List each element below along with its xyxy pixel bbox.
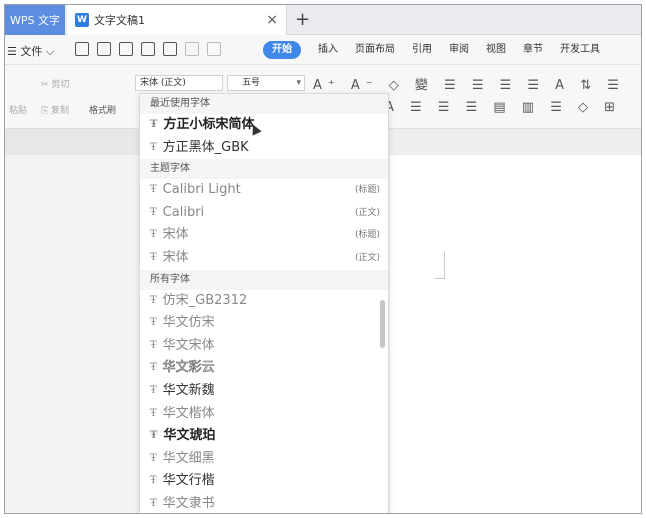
theme-fonts-header: 主题字体 [140,159,388,180]
font-option[interactable]: Ŧ 宋体 (标题) [140,224,388,247]
truetype-font-icon: Ŧ [150,119,158,130]
ruler [387,129,641,155]
page-margin-marker [435,251,445,279]
truetype-font-icon: Ŧ [150,317,157,329]
truetype-font-icon: Ŧ [150,141,157,153]
truetype-font-icon: Ŧ [150,229,157,241]
font-option-name: 华文隶书 [162,495,215,511]
app-window: WPS 文字 W 文字文稿1 × + ☰ 文件 ⌵ 开始 插入 页面布局 引用 … [4,4,642,514]
font-option[interactable]: Ŧ 仿宋_GB2312 [140,290,388,313]
print-icon[interactable] [141,42,155,56]
tab-page-layout[interactable]: 页面布局 [355,41,395,59]
all-fonts-list: Ŧ 仿宋_GB2312 Ŧ 华文仿宋 Ŧ 华文宋体 Ŧ 华文彩云 Ŧ 华文新魏 Ŧ 华文楷体 Ŧ 华文琥珀… [140,290,388,513]
truetype-font-icon: Ŧ [150,339,157,351]
truetype-font-icon: Ŧ [150,497,157,509]
tab-bar: WPS 文字 W 文字文稿1 × + [5,5,641,35]
truetype-font-icon: Ŧ [150,384,157,396]
export-pdf-icon[interactable] [119,42,133,56]
save-icon[interactable] [97,42,111,56]
format-painter-button[interactable]: 格式刷 [89,103,116,116]
font-option-role-tag: (标题) [354,185,380,196]
font-option[interactable]: Ŧ 华文隶书 [140,493,388,513]
truetype-font-icon: Ŧ [150,452,157,464]
font-option[interactable]: Ŧ 华文宋体 [140,335,388,358]
add-tab-icon[interactable]: + [295,9,310,30]
dropdown-scrollbar[interactable] [380,300,385,348]
font-option-name: 华文彩云 [162,360,215,376]
tab-wps-writer[interactable]: WPS 文字 [5,5,65,35]
tab-wps-writer-label: WPS 文字 [10,14,60,27]
font-option-name: 华文仿宋 [162,315,215,331]
truetype-font-icon: Ŧ [150,475,157,487]
tab-review[interactable]: 审阅 [449,41,469,59]
truetype-font-icon: Ŧ [150,362,157,374]
tab-document[interactable]: W 文字文稿1 × [67,5,287,35]
font-option[interactable]: Ŧ 华文细黑 [140,448,388,471]
paste-button[interactable]: 粘贴 [9,103,27,116]
font-option-name: Calibri Light [162,182,241,198]
font-option-name: 华文楷体 [162,405,215,421]
theme-fonts-list: Ŧ Calibri Light (标题) Ŧ Calibri (正文) Ŧ 宋体 (标题) Ŧ 宋体… [140,179,388,269]
font-option-name: 华文宋体 [162,337,215,353]
truetype-font-icon: Ŧ [150,206,157,218]
copy-button[interactable]: ⎘ 复制 [41,103,69,116]
font-size-select[interactable]: 五号 [227,75,305,91]
font-option[interactable]: Ŧ 方正黑体_GBK [140,137,388,160]
font-option-name: 方正小标宋简体 [163,117,255,132]
quick-access-toolbar [75,42,221,56]
truetype-font-icon: Ŧ [150,407,157,419]
font-option[interactable]: Ŧ 方正小标宋简体 [140,114,388,137]
font-option-name: Calibri [162,204,205,220]
truetype-font-icon: Ŧ [150,184,157,196]
recent-fonts-list: Ŧ 方正小标宋简体 Ŧ 方正黑体_GBK [140,114,388,159]
font-option[interactable]: Ŧ 华文行楷 [140,470,388,493]
font-option-role-tag: (正文) [354,252,380,263]
font-option[interactable]: Ŧ 宋体 (正文) [140,247,388,270]
tab-document-label: 文字文稿1 [94,14,145,27]
ribbon-tabs: 开始 插入 页面布局 引用 审阅 视图 章节 开发工具 [263,41,617,59]
font-option-name: 华文细黑 [162,450,215,466]
font-option[interactable]: Ŧ 华文楷体 [140,403,388,426]
font-option[interactable]: Ŧ Calibri Light (标题) [140,179,388,202]
cut-button[interactable]: ✂ 剪切 [41,77,69,90]
font-option-name: 仿宋_GB2312 [162,292,248,308]
truetype-font-icon: Ŧ [150,251,157,263]
word-doc-icon: W [75,13,89,27]
font-option-name: 方正黑体_GBK [162,139,249,155]
tab-developer[interactable]: 开发工具 [560,41,600,59]
font-option-role-tag: (标题) [354,230,380,241]
undo-icon[interactable] [185,42,199,56]
redo-icon[interactable] [207,42,221,56]
file-menu-button[interactable]: ☰ 文件 ⌵ [7,43,54,59]
font-option-name: 宋体 [162,227,189,243]
tab-references[interactable]: 引用 [412,41,432,59]
tab-insert[interactable]: 插入 [318,41,338,59]
truetype-font-icon: Ŧ [150,294,157,306]
font-option[interactable]: Ŧ 华文琥珀 [140,425,388,448]
font-option-name: 宋体 [162,249,189,265]
font-option-name: 华文新魏 [162,382,215,398]
font-option[interactable]: Ŧ 华文仿宋 [140,312,388,335]
font-name-select[interactable]: 宋体 (正文) [135,75,223,91]
close-tab-icon[interactable]: × [266,12,278,28]
font-option-role-tag: (正文) [354,207,380,218]
document-page[interactable] [390,155,641,513]
font-option-name: 华文琥珀 [163,428,216,444]
font-option[interactable]: Ŧ Calibri (正文) [140,202,388,225]
paragraph-format-toolbar[interactable]: A ☰ ☰ ☰ ▤ ▥ ☰ ◇ ⊞ [385,100,621,115]
font-dropdown: 最近使用字体 Ŧ 方正小标宋简体 Ŧ 方正黑体_GBK 主题字体 Ŧ Calibri L… [139,93,389,513]
recent-fonts-header: 最近使用字体 [140,94,388,114]
menu-bar: ☰ 文件 ⌵ 开始 插入 页面布局 引用 审阅 视图 章节 开发工具 [5,35,641,65]
truetype-font-icon: Ŧ [150,430,158,442]
print-preview-icon[interactable] [163,42,177,56]
tab-view[interactable]: 视图 [486,41,506,59]
open-folder-icon[interactable] [75,42,89,56]
tab-section[interactable]: 章节 [523,41,543,59]
tab-home[interactable]: 开始 [263,41,301,59]
font-option-name: 华文行楷 [162,473,215,489]
font-option[interactable]: Ŧ 华文新魏 [140,380,388,403]
all-fonts-header: 所有字体 [140,269,388,290]
font-option[interactable]: Ŧ 华文彩云 [140,357,388,380]
